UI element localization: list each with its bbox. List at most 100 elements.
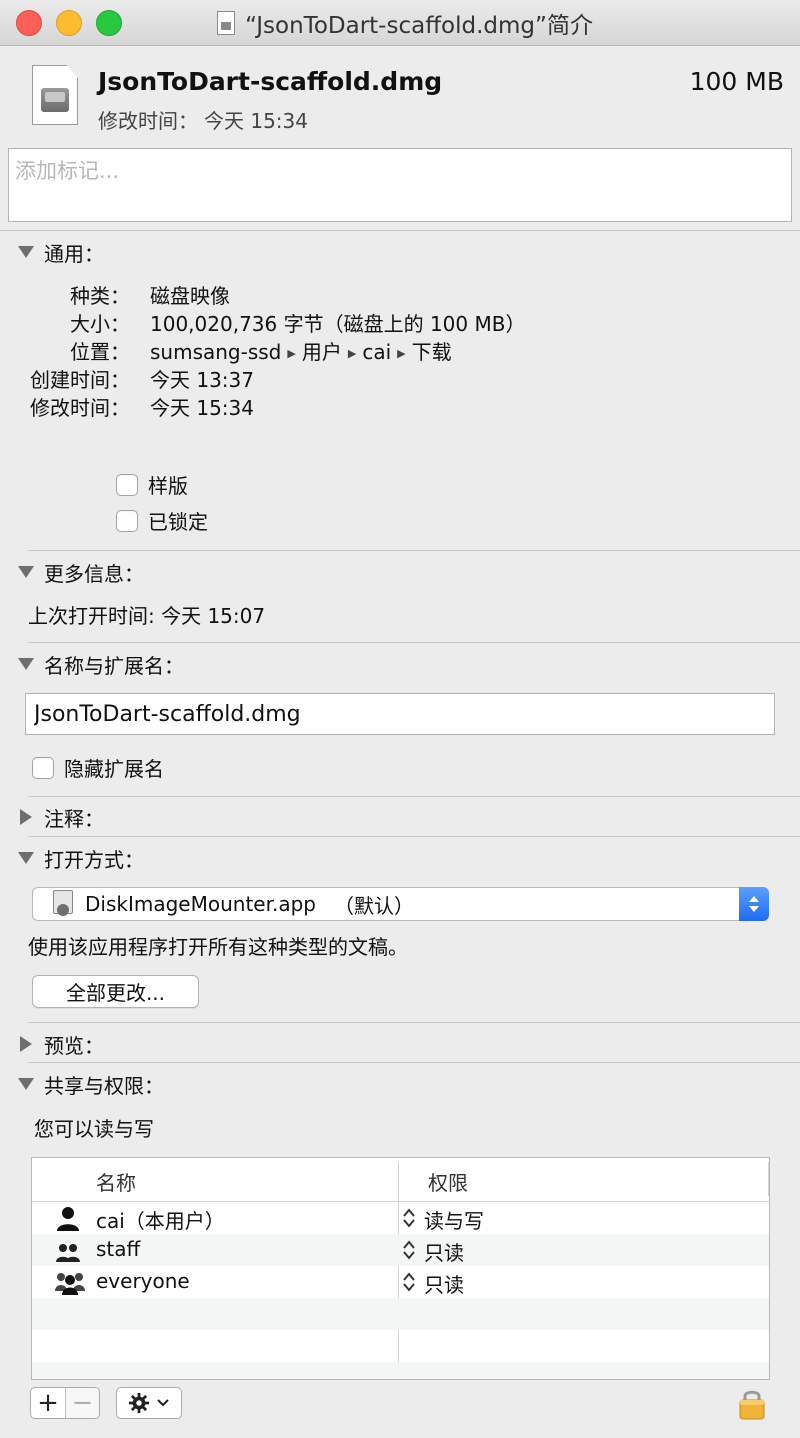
row-privilege[interactable]: 只读: [424, 1237, 464, 1266]
disclosure-open-icon: [18, 1078, 34, 1090]
modified-row: 修改时间 今天 15:34: [0, 392, 800, 420]
window-title-group: “JsonToDart-scaffold.dmg”简介: [0, 0, 800, 46]
open-with-default-label: （默认）: [333, 893, 414, 918]
permissions-toolbar: + −: [0, 1386, 800, 1438]
locked-label: 已锁定: [148, 510, 208, 534]
section-name-ext-toggle[interactable]: 名称与扩展名: [18, 649, 184, 679]
open-with-description: 使用该应用程序打开所有这种类型的文稿。: [28, 935, 408, 959]
path-separator-icon: ▶: [397, 347, 406, 360]
add-remove-segmented-control: + −: [30, 1387, 100, 1419]
section-open-with-toggle[interactable]: 打开方式: [18, 843, 144, 873]
add-user-button[interactable]: +: [31, 1388, 65, 1418]
section-preview-toggle[interactable]: 预览: [18, 1029, 104, 1059]
path-breadcrumb: sumsang-ssd ▶ 用户 ▶ cai ▶ 下载: [150, 336, 452, 365]
size-value: 100,020,736 字节（磁盘上的 100 MB）: [150, 312, 526, 336]
section-comments-title: 注释: [44, 803, 104, 832]
section-name-ext-title: 名称与扩展名: [44, 650, 184, 679]
open-with-app-label: DiskImageMounter.app: [85, 892, 316, 916]
section-sharing-title: 共享与权限: [44, 1070, 164, 1099]
disk-image-mounter-app-icon: [51, 890, 73, 918]
row-user-name: staff: [96, 1237, 141, 1261]
locked-checkbox[interactable]: 已锁定: [116, 506, 208, 535]
table-row[interactable]: everyone 只读: [32, 1266, 769, 1298]
empty-row: [32, 1330, 769, 1362]
section-general-title: 通用: [44, 238, 104, 267]
column-header-name[interactable]: 名称: [96, 1167, 136, 1196]
disclosure-closed-icon: [20, 1036, 32, 1052]
hide-extension-label: 隐藏扩展名: [64, 757, 164, 781]
file-name: JsonToDart-scaffold.dmg: [98, 67, 443, 96]
path-item-downloads: 下载: [411, 340, 452, 364]
permissions-table-header: 名称 权限: [32, 1158, 769, 1202]
section-divider: [28, 642, 800, 643]
section-divider: [28, 1062, 800, 1063]
name-input[interactable]: [26, 694, 774, 734]
header-modified: 修改时间今天 15:34: [98, 105, 308, 134]
section-comments-toggle[interactable]: 注释: [18, 802, 104, 832]
gear-icon: [128, 1392, 150, 1414]
modified-label: 修改时间: [30, 392, 130, 421]
disclosure-open-icon: [18, 246, 34, 258]
section-open-with-title: 打开方式: [44, 844, 144, 873]
created-row: 创建时间 今天 13:37: [0, 364, 800, 392]
sharing-summary: 您可以读与写: [34, 1117, 154, 1141]
column-header-privilege[interactable]: 权限: [428, 1167, 468, 1196]
section-general-toggle[interactable]: 通用: [18, 237, 104, 267]
created-label: 创建时间: [30, 364, 130, 393]
path-item-users: 用户: [301, 340, 342, 364]
document-proxy-icon[interactable]: [217, 11, 236, 35]
hide-extension-checkbox-box[interactable]: [32, 756, 54, 779]
single-user-icon: [57, 1207, 79, 1231]
popup-chevron-updown-icon[interactable]: [739, 887, 769, 921]
section-divider: [28, 796, 800, 797]
section-divider: [0, 230, 800, 231]
path-item-volume: sumsang-ssd: [150, 340, 282, 364]
empty-row: [32, 1362, 769, 1379]
where-row: 位置 sumsang-ssd ▶ 用户 ▶ cai ▶ 下载: [0, 336, 800, 364]
disclosure-open-icon: [18, 658, 34, 670]
stationery-label: 样版: [148, 474, 188, 498]
privilege-stepper-icon[interactable]: [402, 1207, 416, 1229]
open-with-popup[interactable]: DiskImageMounter.app （默认）: [32, 887, 769, 921]
created-value: 今天 13:37: [150, 368, 254, 392]
empty-row: [32, 1298, 769, 1330]
permissions-table: 名称 权限 cai（本用户） 读与写 staff 只读 everyone 只读: [31, 1157, 770, 1380]
disclosure-open-icon: [18, 566, 34, 578]
change-all-button[interactable]: 全部更改...: [32, 975, 199, 1008]
header-modified-label: 修改时间: [98, 109, 198, 133]
lock-icon[interactable]: [736, 1386, 768, 1420]
name-field[interactable]: [25, 693, 775, 735]
column-divider: [768, 1162, 769, 1196]
row-privilege[interactable]: 只读: [424, 1269, 464, 1298]
row-user-name: cai（本用户）: [96, 1209, 225, 1233]
table-row[interactable]: staff 只读: [32, 1234, 769, 1266]
privilege-stepper-icon[interactable]: [402, 1239, 416, 1261]
locked-checkbox-box[interactable]: [116, 509, 138, 532]
section-sharing-toggle[interactable]: 共享与权限: [18, 1069, 164, 1099]
path-item-user: cai: [362, 340, 392, 364]
row-privilege[interactable]: 读与写: [424, 1205, 484, 1234]
where-label: 位置: [70, 336, 130, 365]
disclosure-closed-icon: [20, 809, 32, 825]
section-divider: [28, 1022, 800, 1023]
stationery-checkbox[interactable]: 样版: [116, 470, 188, 499]
title-bar: “JsonToDart-scaffold.dmg”简介: [0, 0, 800, 46]
modified-value: 今天 15:34: [150, 396, 254, 420]
stationery-checkbox-box[interactable]: [116, 473, 138, 496]
group-icon: [56, 1244, 80, 1262]
kind-value: 磁盘映像: [150, 284, 230, 308]
section-more-info-toggle[interactable]: 更多信息: [18, 557, 144, 587]
hide-extension-checkbox[interactable]: 隐藏扩展名: [32, 753, 164, 782]
section-more-info-title: 更多信息: [44, 558, 144, 587]
tags-field[interactable]: [8, 148, 792, 222]
remove-user-button[interactable]: −: [64, 1388, 99, 1418]
section-preview-title: 预览: [44, 1030, 104, 1059]
file-header: JsonToDart-scaffold.dmg 100 MB 修改时间今天 15…: [0, 47, 800, 147]
action-menu-button[interactable]: [116, 1387, 182, 1419]
privilege-stepper-icon[interactable]: [402, 1271, 416, 1293]
file-size: 100 MB: [689, 67, 784, 96]
tags-input[interactable]: [9, 149, 791, 193]
row-user-name: everyone: [96, 1269, 190, 1293]
table-row[interactable]: cai（本用户） 读与写: [32, 1202, 769, 1234]
window-title: “JsonToDart-scaffold.dmg”简介: [245, 13, 593, 39]
